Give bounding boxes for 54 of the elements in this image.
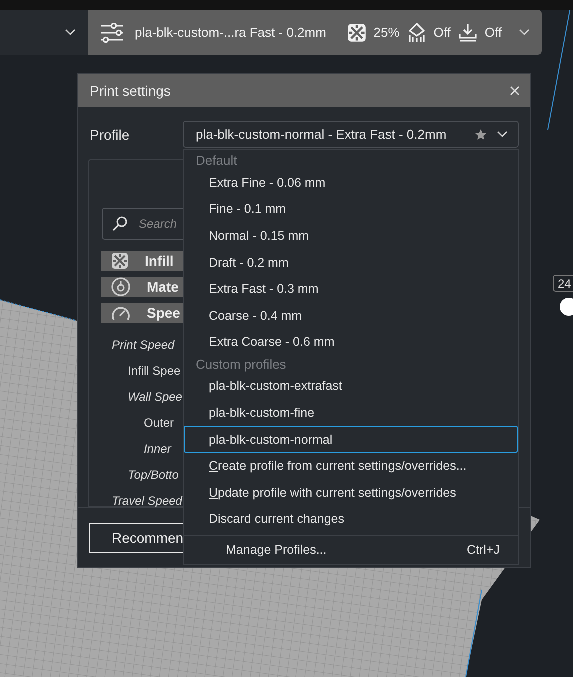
star-icon bbox=[475, 128, 487, 141]
search-icon bbox=[112, 216, 128, 232]
menu-section-header: Custom profiles bbox=[195, 356, 288, 374]
sliders-icon bbox=[100, 22, 124, 42]
support-value: Off bbox=[434, 25, 451, 40]
profile-menu-item[interactable]: Create profile from current settings/overrides... bbox=[184, 452, 518, 480]
setting-label: Wall Spee bbox=[127, 389, 183, 406]
infill-value: 25% bbox=[374, 25, 400, 40]
profile-menu-item[interactable]: pla-blk-custom-normal bbox=[184, 426, 518, 453]
support-icon bbox=[406, 22, 427, 42]
category-label: Infill bbox=[145, 253, 174, 270]
setting-label: Print Speed bbox=[111, 337, 176, 354]
setting-label: Top/Botto bbox=[127, 467, 180, 484]
search-field[interactable]: Search bbox=[102, 208, 184, 240]
profile-menu-item[interactable]: Discard current changes bbox=[184, 506, 518, 532]
manage-profiles-item[interactable]: Manage Profiles... Ctrl+J bbox=[184, 536, 518, 564]
adhesion-value: Off bbox=[484, 25, 502, 40]
chevron-down-icon bbox=[519, 29, 530, 36]
profile-menu-item[interactable]: Extra Fine - 0.06 mm bbox=[184, 170, 518, 196]
setting-label: Inner bbox=[143, 441, 173, 458]
menu-section-header: Default bbox=[195, 152, 238, 170]
profile-menu-item[interactable]: Draft - 0.2 mm bbox=[184, 249, 518, 276]
profile-menu-item[interactable]: Coarse - 0.4 mm bbox=[184, 302, 518, 329]
layer-number: 24 bbox=[553, 275, 573, 292]
profile-menu-item[interactable]: pla-blk-custom-extrafast bbox=[184, 373, 518, 400]
profile-menu-item[interactable]: Normal - 0.15 mm bbox=[184, 222, 518, 250]
close-button[interactable] bbox=[510, 86, 520, 96]
chevron-down-icon bbox=[65, 29, 76, 36]
infill-pattern-icon bbox=[111, 252, 129, 270]
chevron-down-icon bbox=[497, 131, 508, 138]
profile-menu-item[interactable]: Update profile with current settings/overrides bbox=[184, 479, 518, 506]
category-label: Mate bbox=[147, 279, 179, 296]
setting-label: Outer bbox=[143, 415, 176, 432]
profile-label: Profile bbox=[89, 126, 131, 143]
category-label: Spee bbox=[147, 305, 180, 322]
print-settings-bar[interactable]: pla-blk-custom-...ra Fast - 0.2mm 25% Off Off bbox=[88, 10, 542, 55]
menu-item-label: Manage Profiles... bbox=[226, 543, 327, 558]
profile-menu-item[interactable]: pla-blk-custom-fine bbox=[184, 400, 518, 426]
category-header[interactable]: Spee bbox=[101, 303, 183, 324]
dialog-title: Print settings bbox=[90, 82, 171, 99]
category-header[interactable]: Infill bbox=[101, 251, 183, 272]
profile-menu-item[interactable]: Extra Fast - 0.3 mm bbox=[184, 276, 518, 302]
profile-dropdown[interactable]: pla-blk-custom-normal - Extra Fast - 0.2mm bbox=[183, 121, 519, 148]
setting-label: Travel Speed bbox=[111, 493, 183, 510]
profile-menu-item[interactable]: Fine - 0.1 mm bbox=[184, 196, 518, 223]
download-tray-icon bbox=[458, 22, 478, 42]
slider-handle[interactable] bbox=[560, 298, 573, 316]
category-header[interactable]: Mate bbox=[101, 277, 183, 298]
spool-icon bbox=[111, 277, 131, 298]
setting-label: Infill Spee bbox=[127, 363, 182, 380]
profile-summary: pla-blk-custom-...ra Fast - 0.2mm bbox=[135, 25, 326, 40]
profile-menu-item[interactable]: Extra Coarse - 0.6 mm bbox=[184, 328, 518, 356]
infill-pattern-icon bbox=[346, 22, 367, 42]
shortcut-label: Ctrl+J bbox=[467, 543, 500, 558]
